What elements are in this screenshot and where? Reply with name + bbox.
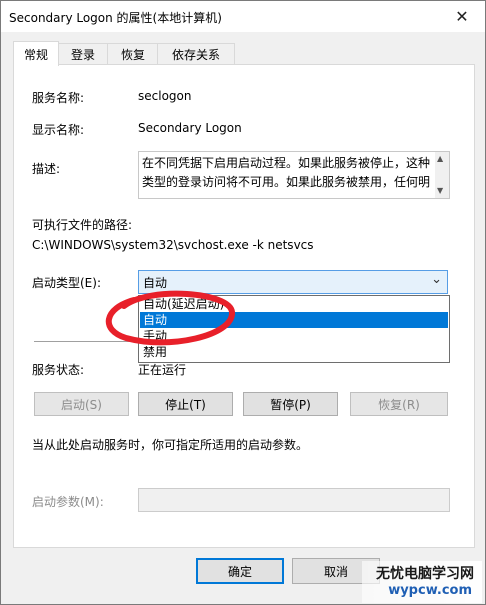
stop-button[interactable]: 停止(T) <box>138 392 233 416</box>
close-icon: ✕ <box>455 7 469 26</box>
startup-option-disabled[interactable]: 禁用 <box>140 344 448 360</box>
display-name-value: Secondary Logon <box>138 121 242 135</box>
tab-general[interactable]: 常规 <box>13 41 59 66</box>
tab-recovery[interactable]: 恢复 <box>107 43 159 64</box>
executable-path-value: C:\WINDOWS\system32\svchost.exe -k netsv… <box>32 238 314 252</box>
description-label: 描述: <box>32 162 61 176</box>
service-status-value: 正在运行 <box>138 363 187 377</box>
tab-general-label: 常规 <box>23 47 48 62</box>
service-status-label: 服务状态: <box>32 363 85 377</box>
watermark-url: wypcw.com <box>388 583 472 598</box>
startup-params-label: 启动参数(M): <box>32 495 104 509</box>
close-button[interactable]: ✕ <box>439 1 485 32</box>
startup-type-dropdown: 自动(延迟启动) 自动 手动 禁用 <box>138 295 450 363</box>
tab-dependencies[interactable]: 依存关系 <box>157 43 235 64</box>
tab-logon[interactable]: 登录 <box>57 43 109 64</box>
divider <box>34 341 130 342</box>
scroll-down-icon[interactable]: ▼ <box>437 186 443 195</box>
watermark: 无忧电脑学习网 wypcw.com <box>362 561 482 603</box>
executable-path-label: 可执行文件的路径: <box>32 218 133 232</box>
service-properties-dialog: Secondary Logon 的属性(本地计算机) ✕ 常规 登录 恢复 依存… <box>0 0 486 605</box>
service-name-value: seclogon <box>138 89 192 103</box>
start-button[interactable]: 启动(S) <box>34 392 129 416</box>
startup-params-hint: 当从此处启动服务时，你可指定所适用的启动参数。 <box>32 438 309 452</box>
tab-logon-label: 登录 <box>70 47 95 62</box>
description-text: 在不同凭据下启用启动过程。如果此服务被停止，这种类型的登录访问将不可用。如果此服… <box>142 156 431 189</box>
chevron-down-icon[interactable]: ⌄ <box>431 272 442 287</box>
description-box[interactable]: 在不同凭据下启用启动过程。如果此服务被停止，这种类型的登录访问将不可用。如果此服… <box>138 151 450 199</box>
startup-option-auto[interactable]: 自动 <box>140 312 448 328</box>
resume-button[interactable]: 恢复(R) <box>350 392 448 416</box>
startup-type-selected: 自动 <box>143 276 168 290</box>
description-scrollbar[interactable]: ▲ ▼ <box>435 152 449 198</box>
tab-recovery-label: 恢复 <box>120 47 145 62</box>
tab-dependencies-label: 依存关系 <box>171 47 220 62</box>
title-bar[interactable]: Secondary Logon 的属性(本地计算机) ✕ <box>1 1 485 32</box>
watermark-site-name: 无忧电脑学习网 <box>376 566 474 582</box>
startup-type-select[interactable]: 自动 ⌄ <box>138 270 448 294</box>
scroll-up-icon[interactable]: ▲ <box>437 154 443 163</box>
window-title: Secondary Logon 的属性(本地计算机) <box>9 11 222 25</box>
pause-button[interactable]: 暂停(P) <box>243 392 338 416</box>
startup-type-label: 启动类型(E): <box>32 276 101 290</box>
startup-option-auto-delayed[interactable]: 自动(延迟启动) <box>140 296 448 312</box>
display-name-label: 显示名称: <box>32 123 85 137</box>
service-name-label: 服务名称: <box>32 91 85 105</box>
startup-option-manual[interactable]: 手动 <box>140 328 448 344</box>
ok-button[interactable]: 确定 <box>196 558 284 584</box>
startup-params-input[interactable] <box>138 488 450 512</box>
general-tab-panel: 服务名称: seclogon 显示名称: Secondary Logon 描述:… <box>13 64 475 548</box>
